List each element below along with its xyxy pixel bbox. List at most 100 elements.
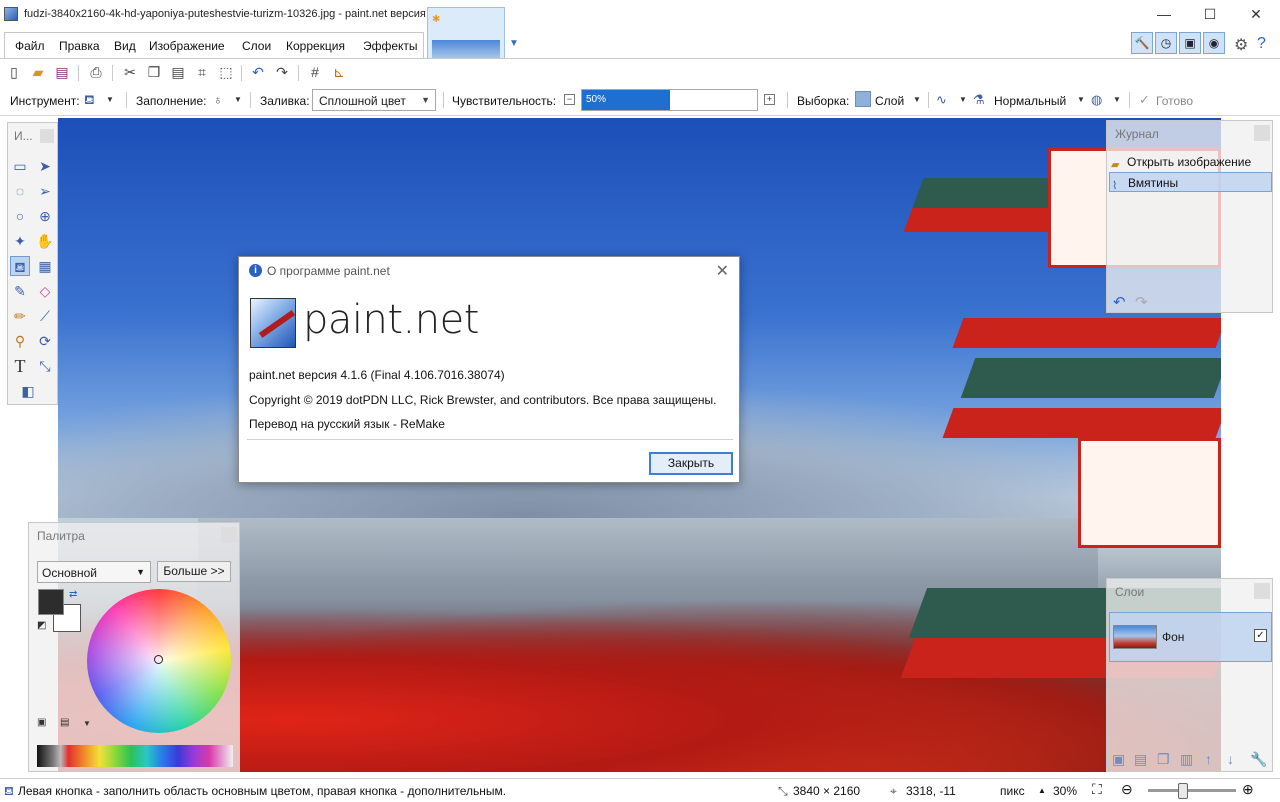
new-file-icon[interactable]: ▯ [5,63,23,81]
add-layer-icon[interactable]: ▣ [1112,751,1125,768]
copy-icon[interactable]: ❐ [145,63,163,81]
merge-layer-icon[interactable]: ▥ [1180,751,1193,768]
swap-colors-icon[interactable]: ⇄ [69,589,77,600]
menu-adjustments[interactable]: Коррекция [286,39,345,53]
layer-sampling-icon[interactable] [855,91,871,107]
cut-icon[interactable]: ✂ [121,63,139,81]
undo-icon[interactable]: ↶ [249,63,267,81]
zoom-slider-thumb[interactable] [1178,783,1189,799]
blend-mode-icon[interactable]: ⚗ [973,92,985,108]
zoom-slider[interactable] [1148,783,1236,799]
chevron-down-icon[interactable]: ▼ [913,95,921,104]
menu-file[interactable]: Файл [15,39,45,53]
chevron-down-icon[interactable]: ▼ [106,95,114,104]
sensitivity-decrease-button[interactable]: − [564,94,575,105]
settings-gear-icon[interactable]: ⚙ [1234,35,1248,55]
selection-combine-icon[interactable]: ◍ [1091,92,1102,108]
line-curve-icon[interactable]: ⤡ [35,356,55,376]
selection-mode-value[interactable]: Слой [875,94,904,108]
close-dialog-button[interactable]: Закрыть [649,452,733,475]
layer-row[interactable]: Фон ✓ [1109,612,1272,662]
deselect-icon[interactable]: ⬚ [217,63,235,81]
flood-mode-icon[interactable]: ♁ [213,92,223,107]
rectangle-select-icon[interactable]: ▭ [10,156,30,176]
pencil-icon[interactable]: ✏ [10,306,30,326]
palette-more-button[interactable]: Больше >> [157,561,231,582]
clone-stamp-icon[interactable]: ⚲ [10,331,30,351]
print-icon[interactable]: ⎙ [87,63,105,81]
close-button[interactable]: ✕ [1233,0,1279,30]
sensitivity-slider[interactable]: 50% [581,89,758,111]
done-button[interactable]: Готово [1156,94,1193,108]
history-redo-icon[interactable]: ↷ [1135,293,1148,311]
delete-layer-icon[interactable]: ▤ [1134,751,1147,768]
palette-color-strip[interactable] [37,745,233,767]
history-item[interactable]: ⌇ Вмятины [1109,172,1272,192]
pan-hand-icon[interactable]: ✋ [35,231,55,251]
tools-window-icon[interactable]: 🔨 [1131,32,1153,54]
menu-image[interactable]: Изображение [149,39,225,53]
duplicate-layer-icon[interactable]: ❐ [1157,751,1170,768]
move-layer-down-icon[interactable]: ↓ [1227,751,1234,767]
shapes-icon[interactable]: ◧ [18,381,38,401]
color-wheel[interactable] [87,589,231,733]
paint-bucket-icon[interactable]: ⛾ [84,92,95,110]
move-layer-up-icon[interactable]: ↑ [1205,751,1212,767]
colors-window-icon[interactable]: ◉ [1203,32,1225,54]
sensitivity-increase-button[interactable]: + [764,94,775,105]
chevron-up-icon[interactable]: ▲ [1038,786,1046,795]
tabs-dropdown-icon[interactable]: ▼ [509,38,519,49]
antialiasing-icon[interactable]: ∿ [936,92,947,108]
save-icon[interactable]: ▤ [53,63,71,81]
menu-view[interactable]: Вид [114,39,136,53]
about-close-icon[interactable]: ✕ [716,261,729,281]
help-icon[interactable]: ? [1257,35,1266,53]
layers-window-icon[interactable]: ▣ [1179,32,1201,54]
chevron-down-icon[interactable]: ▼ [959,95,967,104]
chevron-down-icon[interactable]: ▼ [83,719,91,728]
redo-icon[interactable]: ↷ [273,63,291,81]
menu-layers[interactable]: Слои [242,39,271,53]
ellipse-select-icon[interactable]: ○ [10,206,30,226]
units-select[interactable]: пикс [1000,784,1025,798]
rulers-icon[interactable]: ⊾ [330,63,348,81]
history-window-icon[interactable]: ◷ [1155,32,1177,54]
layers-panel-close[interactable] [1254,583,1270,599]
color-wheel-cursor[interactable] [154,655,163,664]
gradient-icon[interactable]: ▦ [35,256,55,276]
lasso-select-icon[interactable]: ◌ [10,181,30,201]
grid-icon[interactable]: # [306,63,324,81]
paintbrush-icon[interactable]: ✎ [10,281,30,301]
menu-effects[interactable]: Эффекты [363,39,418,53]
zoom-out-icon[interactable]: ⊖ [1121,781,1133,798]
magic-wand-icon[interactable]: ✦ [10,231,30,251]
eraser-icon[interactable]: ◇ [35,281,55,301]
chevron-down-icon[interactable]: ▼ [1077,95,1085,104]
layer-properties-icon[interactable]: 🔧 [1250,751,1267,768]
tools-panel-close[interactable] [40,129,54,143]
palette-color-icon[interactable]: ▤ [60,717,69,728]
zoom-level[interactable]: 30% [1053,784,1077,798]
menu-edit[interactable]: Правка [59,39,100,53]
paste-icon[interactable]: ▤ [169,63,187,81]
history-panel-close[interactable] [1254,125,1270,141]
text-tool-icon[interactable]: T [10,356,30,376]
minimize-button[interactable]: — [1141,0,1187,30]
history-undo-icon[interactable]: ↶ [1113,293,1126,311]
zoom-icon[interactable]: ⊕ [35,206,55,226]
layer-visibility-checkbox[interactable]: ✓ [1254,629,1267,642]
palette-panel-close[interactable] [221,527,237,543]
move-selection-icon[interactable]: ➢ [35,181,55,201]
maximize-button[interactable]: ☐ [1187,0,1233,30]
primary-color-swatch[interactable] [38,589,64,615]
chevron-down-icon[interactable]: ▼ [1113,95,1121,104]
paint-bucket-tool-icon[interactable]: ⛾ [10,256,30,276]
history-item[interactable]: ▰ Открыть изображение [1109,152,1272,172]
move-selected-icon[interactable]: ➤ [35,156,55,176]
reset-colors-icon[interactable]: ◩ [37,620,46,631]
palette-mode-select[interactable]: Основной ▼ [37,561,151,583]
color-picker-icon[interactable]: ⟋ [35,306,55,326]
palette-menu-icon[interactable]: ▣ [37,717,46,728]
blend-mode-value[interactable]: Нормальный [994,94,1066,108]
zoom-to-window-icon[interactable]: ⛶ [1092,781,1102,798]
